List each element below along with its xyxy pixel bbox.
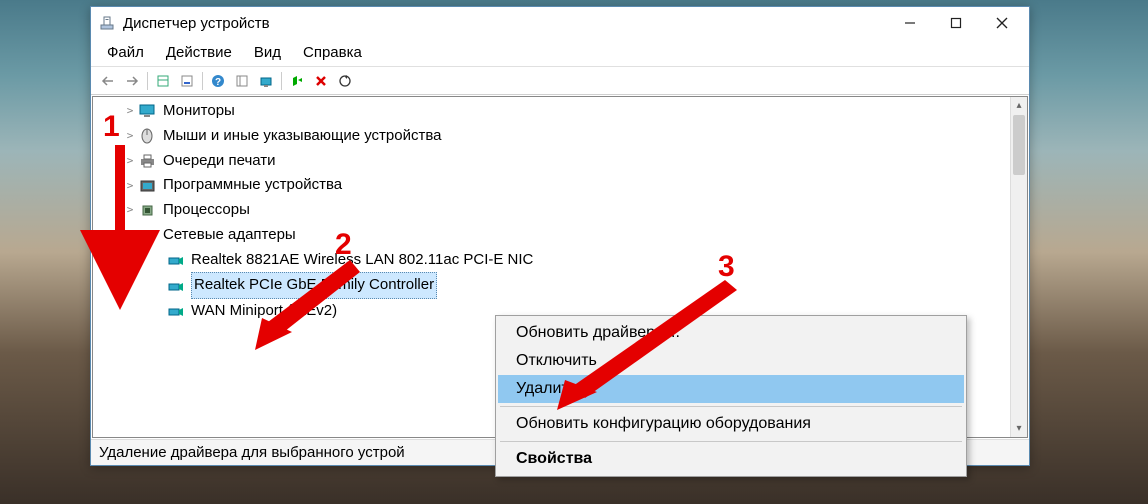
network-adapter-icon	[139, 227, 157, 243]
processor-icon	[139, 202, 157, 218]
scroll-down-button[interactable]: ▾	[1011, 420, 1027, 437]
ctx-disable[interactable]: Отключить	[498, 347, 964, 375]
uninstall-button[interactable]	[310, 70, 332, 92]
menubar: Файл Действие Вид Справка	[91, 39, 1029, 67]
ctx-properties[interactable]: Свойства	[498, 445, 964, 473]
tree-node-mice[interactable]: > Мыши и иные указывающие устройства	[95, 124, 1008, 149]
toolbar-btn-1[interactable]	[152, 70, 174, 92]
window-title: Диспетчер устройств	[123, 15, 887, 32]
tree-node-adapter-realtek-wlan[interactable]: > Realtek 8821AE Wireless LAN 802.11ac P…	[95, 248, 1008, 273]
tree-node-printqueues[interactable]: > Очереди печати	[95, 149, 1008, 174]
menu-action[interactable]: Действие	[156, 41, 242, 64]
tree-node-processors[interactable]: > Процессоры	[95, 198, 1008, 223]
context-menu: Обновить драйверы... Отключить Удалить О…	[495, 315, 967, 477]
scroll-up-button[interactable]: ▴	[1011, 97, 1027, 114]
chevron-right-icon[interactable]: >	[123, 201, 137, 219]
ctx-remove[interactable]: Удалить	[498, 375, 964, 403]
menu-view[interactable]: Вид	[244, 41, 291, 64]
network-adapter-icon	[167, 303, 185, 319]
vertical-scrollbar[interactable]: ▴ ▾	[1010, 97, 1027, 437]
ctx-separator	[500, 441, 962, 442]
titlebar[interactable]: Диспетчер устройств	[91, 7, 1029, 39]
network-adapter-icon	[167, 278, 185, 294]
menu-help[interactable]: Справка	[293, 41, 372, 64]
printer-icon	[139, 153, 157, 169]
chevron-right-icon[interactable]: >	[123, 152, 137, 170]
help-button[interactable]: ?	[207, 70, 229, 92]
ctx-scan-hardware[interactable]: Обновить конфигурацию оборудования	[498, 410, 964, 438]
software-device-icon	[139, 178, 157, 194]
refresh-button[interactable]	[334, 70, 356, 92]
chevron-right-icon[interactable]: >	[123, 102, 137, 120]
monitor-icon	[139, 103, 157, 119]
menu-file[interactable]: Файл	[97, 41, 154, 64]
minimize-button[interactable]	[887, 8, 933, 38]
toolbar-btn-2[interactable]	[176, 70, 198, 92]
scan-hardware-icon[interactable]	[255, 70, 277, 92]
svg-text:?: ?	[215, 77, 221, 88]
tree-node-netadapters[interactable]: ⌄ Сетевые адаптеры	[95, 223, 1008, 248]
ctx-separator	[500, 406, 962, 407]
chevron-right-icon[interactable]: >	[123, 177, 137, 195]
network-adapter-icon	[167, 252, 185, 268]
enable-button[interactable]	[286, 70, 308, 92]
mouse-icon	[139, 128, 157, 144]
chevron-right-icon[interactable]: >	[123, 127, 137, 145]
back-button[interactable]	[97, 70, 119, 92]
maximize-button[interactable]	[933, 8, 979, 38]
forward-button[interactable]	[121, 70, 143, 92]
close-button[interactable]	[979, 8, 1025, 38]
tree-node-adapter-realtek-gbe[interactable]: > Realtek PCIe GbE Family Controller	[95, 272, 1008, 299]
tree-node-software[interactable]: > Программные устройства	[95, 173, 1008, 198]
app-icon	[99, 15, 115, 31]
ctx-update-drivers[interactable]: Обновить драйверы...	[498, 319, 964, 347]
toolbar-btn-3[interactable]	[231, 70, 253, 92]
scroll-thumb[interactable]	[1013, 115, 1025, 175]
toolbar: ?	[91, 67, 1029, 95]
tree-node-monitors[interactable]: > Мониторы	[95, 99, 1008, 124]
status-text: Удаление драйвера для выбранного устрой	[99, 444, 405, 461]
chevron-down-icon[interactable]: ⌄	[123, 226, 137, 244]
